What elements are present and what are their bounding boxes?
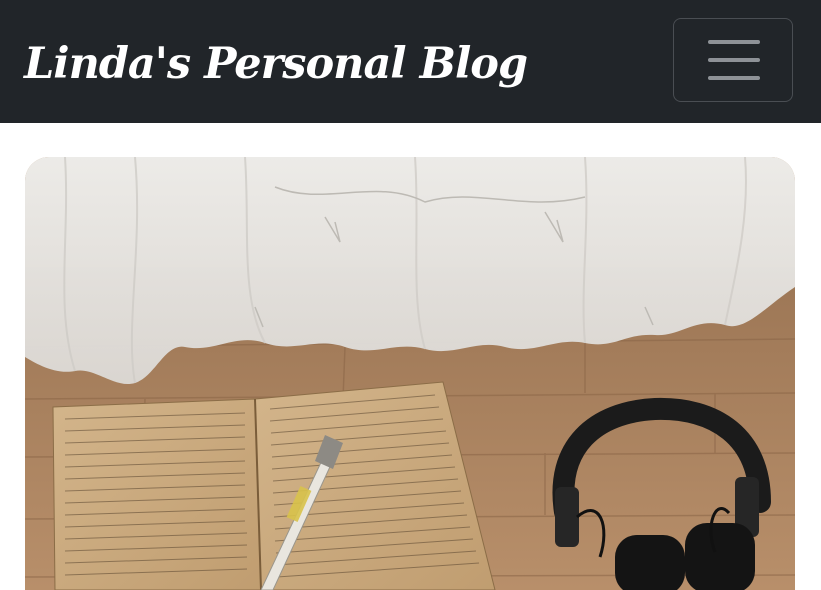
hero-image (25, 157, 795, 590)
hamburger-menu-icon (708, 40, 760, 80)
navbar: Linda's Personal Blog (0, 0, 821, 123)
open-notebook (52, 381, 496, 590)
hero-photo-illustration (25, 157, 795, 590)
navbar-toggler-button[interactable] (673, 18, 793, 102)
blog-brand-link[interactable]: Linda's Personal Blog (24, 34, 528, 94)
